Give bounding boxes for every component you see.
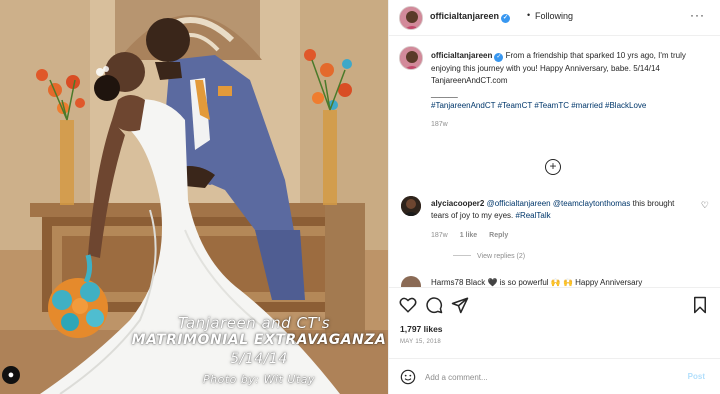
more-horizontal-icon[interactable]: ···	[690, 8, 705, 22]
photo-caption-credit: Photo by: Wit Utay	[203, 373, 315, 386]
emoji-icon[interactable]	[400, 369, 416, 385]
verified-badge-icon: ✓	[494, 53, 504, 62]
header-separator: •	[527, 10, 531, 20]
avatar[interactable]	[401, 276, 421, 287]
post-side-panel: officialtanjareen ✓ • Following ··· offic…	[388, 0, 720, 394]
comment-meta: 187w 1 like Reply	[431, 232, 518, 239]
comment-time[interactable]: 187w	[431, 232, 448, 239]
caption-link[interactable]: TanjareenAndCT.com	[431, 76, 507, 85]
reply-button[interactable]: Reply	[489, 232, 508, 239]
post-actions: 1,797 likes MAY 15, 2018	[389, 287, 720, 347]
caption-body: officialtanjareen ✓ From a friendship tha…	[431, 50, 701, 131]
comment-mention[interactable]: @teamclaytonthomas	[553, 199, 631, 208]
avatar[interactable]	[401, 196, 421, 216]
add-comment-bar: Post	[389, 358, 720, 394]
post-header: officialtanjareen ✓ • Following ···	[389, 0, 720, 36]
post-photo[interactable]: Tanjareen and CT's MATRIMONIAL EXTRAVAGA…	[0, 0, 388, 394]
avatar[interactable]	[399, 46, 423, 70]
share-icon[interactable]	[451, 296, 469, 314]
photo-caption-title: MATRIMONIAL EXTRAVAGANZA	[131, 332, 387, 348]
user-tag-icon[interactable]: ●	[2, 366, 20, 384]
verified-badge-icon: ✓	[501, 14, 511, 23]
instagram-post-viewer: Tanjareen and CT's MATRIMONIAL EXTRAVAGA…	[0, 0, 720, 394]
comment-likes[interactable]: 1 like	[460, 232, 478, 239]
comment-username[interactable]: alyciacooper2	[431, 199, 484, 208]
bookmark-icon[interactable]	[691, 296, 709, 314]
post-date: MAY 15, 2018	[400, 339, 442, 345]
caption-username[interactable]: officialtanjareen	[431, 51, 492, 60]
heart-icon[interactable]	[399, 296, 417, 314]
post-comment-button[interactable]: Post	[688, 372, 705, 381]
comment-text: Harms78 Black 🖤 is so powerful 🙌 🙌 Happy…	[431, 278, 643, 287]
photo-caption-names: Tanjareen and CT's	[177, 314, 331, 332]
comment-like-heart-icon[interactable]: ♡	[701, 200, 709, 211]
photo-caption-date: 5/14/14	[230, 351, 288, 367]
add-comment-input[interactable]	[425, 368, 665, 386]
caption-time[interactable]: 187w	[431, 119, 701, 132]
caption-divider: ______	[431, 88, 458, 98]
comment-body: alyciacooper2 @officialtanjareen @teamcl…	[431, 198, 691, 222]
comment-item: Harms78 Black 🖤 is so powerful 🙌 🙌 Happy…	[389, 276, 720, 287]
following-button[interactable]: Following	[535, 11, 573, 21]
comment-hashtag[interactable]: #RealTalk	[516, 211, 551, 220]
comment-icon[interactable]	[425, 296, 443, 314]
caption-hashtags[interactable]: #TanjareenAndCT #TeamCT #TeamTC #married…	[431, 101, 646, 110]
likes-count[interactable]: 1,797 likes	[400, 324, 443, 334]
avatar[interactable]	[399, 6, 423, 30]
comment-mention[interactable]: @officialtanjareen	[487, 199, 551, 208]
plus-circle-icon[interactable]: +	[545, 159, 561, 175]
header-username[interactable]: officialtanjareen ✓	[430, 11, 511, 23]
view-replies-button[interactable]: View replies (2)	[453, 253, 525, 260]
